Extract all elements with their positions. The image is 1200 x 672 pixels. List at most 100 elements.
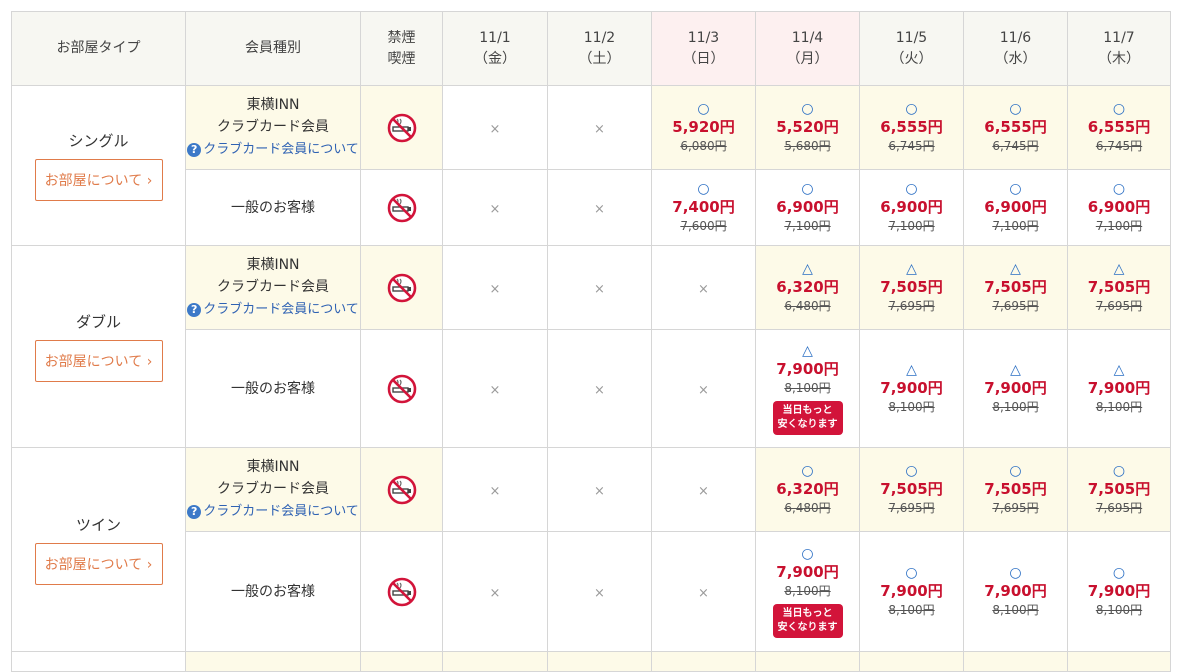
room-info-button[interactable]: お部屋について › xyxy=(34,543,163,585)
price[interactable]: 7,505円 xyxy=(964,479,1067,499)
original-price: 7,695円 xyxy=(1095,298,1143,313)
room-info-button[interactable]: お部屋について › xyxy=(34,340,163,382)
price[interactable]: 7,505円 xyxy=(1068,277,1170,297)
availability-cell[interactable]: △ 7,900円 8,100円 xyxy=(1067,329,1171,448)
header-date: 11/3 （日） xyxy=(651,11,756,86)
availability-cell[interactable]: ○ 6,900円 7,100円 xyxy=(963,169,1068,246)
general-guest-label: 一般のお客様 xyxy=(231,380,315,397)
header-date: 11/5 （火） xyxy=(859,11,964,86)
availability-cell[interactable]: ○ 6,900円 7,100円 xyxy=(859,169,964,246)
availability-cell[interactable]: ○ 6,900円 7,100円 xyxy=(755,169,860,246)
chevron-right-icon: › xyxy=(142,173,153,189)
day-label: （火） xyxy=(890,50,933,67)
club-card-info-link[interactable]: ? クラブカード会員について xyxy=(186,501,360,523)
availability-cell[interactable]: ○ 7,505円 7,695円 xyxy=(963,447,1068,532)
unavailable-mark: × xyxy=(489,202,501,217)
price[interactable]: 6,555円 xyxy=(860,117,963,137)
availability-cell[interactable]: ○ 7,900円 8,100円 xyxy=(859,531,964,652)
chevron-right-icon: › xyxy=(142,354,153,370)
original-price: 8,100円 xyxy=(888,602,935,617)
availability-cell[interactable]: △ 7,900円 8,100円 xyxy=(963,329,1068,448)
availability-cell[interactable]: ○ 6,555円 6,745円 xyxy=(963,85,1068,170)
availability-cell[interactable]: ○ 6,555円 6,745円 xyxy=(1067,85,1171,170)
availability-mark: ○ xyxy=(697,180,710,197)
member-type-cell: 一般のお客様 xyxy=(185,169,361,246)
badge-line2: 安くなります xyxy=(777,621,838,633)
availability-cell[interactable]: ○ 7,400円 7,600円 xyxy=(651,169,756,246)
header-date: 11/4 （月） xyxy=(755,11,860,86)
availability-cell[interactable]: △ 7,900円 8,100円 当日もっと 安くなります xyxy=(755,329,860,448)
original-price: 6,745円 xyxy=(992,138,1039,153)
price[interactable]: 5,520円 xyxy=(756,117,859,137)
price[interactable]: 6,900円 xyxy=(756,197,859,217)
availability-mark: ○ xyxy=(801,462,814,479)
availability-mark: ○ xyxy=(1112,564,1126,581)
availability-cell[interactable]: ○ 7,505円 7,695円 xyxy=(1067,447,1171,532)
chevron-right-icon: › xyxy=(142,557,153,573)
price[interactable]: 6,320円 xyxy=(756,277,859,297)
price[interactable]: 6,555円 xyxy=(1068,117,1170,137)
price[interactable]: 7,900円 xyxy=(1068,378,1170,398)
availability-cell[interactable]: ○ 7,900円 8,100円 当日もっと 安くなります xyxy=(755,531,860,652)
availability-cell[interactable]: ○ 5,520円 5,680円 xyxy=(755,85,860,170)
availability-cell[interactable]: ○ 6,320円 6,480円 xyxy=(755,447,860,532)
price[interactable]: 7,505円 xyxy=(860,479,963,499)
header-date: 11/6 （水） xyxy=(963,11,1068,86)
price[interactable]: 6,900円 xyxy=(1068,197,1170,217)
price[interactable]: 7,900円 xyxy=(964,581,1067,601)
price[interactable]: 5,920円 xyxy=(652,117,755,137)
price[interactable]: 6,900円 xyxy=(964,197,1067,217)
availability-mark: ○ xyxy=(801,545,814,562)
unavailable-mark: × xyxy=(489,282,501,297)
original-price: 8,100円 xyxy=(992,399,1039,414)
unavailable-cell: × xyxy=(547,85,652,170)
availability-cell[interactable]: ○ 6,555円 6,745円 xyxy=(859,85,964,170)
partial-cell xyxy=(963,651,1068,672)
member-type-cell: 東横INN クラブカード会員? クラブカード会員について xyxy=(185,245,361,330)
price[interactable]: 7,900円 xyxy=(1068,581,1170,601)
availability-cell[interactable]: ○ 7,900円 8,100円 xyxy=(963,531,1068,652)
original-price: 8,100円 xyxy=(992,602,1039,617)
day-label: （金） xyxy=(474,50,516,67)
price[interactable]: 6,320円 xyxy=(756,479,859,499)
price[interactable]: 7,900円 xyxy=(756,359,859,379)
availability-cell[interactable]: △ 6,320円 6,480円 xyxy=(755,245,860,330)
price[interactable]: 7,505円 xyxy=(964,277,1067,297)
price[interactable]: 7,505円 xyxy=(1068,479,1170,499)
no-smoking-icon xyxy=(361,273,442,303)
availability-mark: ○ xyxy=(1112,462,1126,479)
partial-cell xyxy=(755,651,860,672)
availability-cell[interactable]: ○ 6,900円 7,100円 xyxy=(1067,169,1171,246)
club-card-info-link[interactable]: ? クラブカード会員について xyxy=(186,139,360,161)
price[interactable]: 7,505円 xyxy=(860,277,963,297)
unavailable-mark: × xyxy=(594,122,605,137)
room-info-button[interactable]: お部屋について › xyxy=(34,159,163,201)
no-smoking-icon xyxy=(361,374,442,404)
availability-mark: △ xyxy=(802,342,813,359)
partial-cell xyxy=(859,651,964,672)
price[interactable]: 7,900円 xyxy=(964,378,1067,398)
availability-cell[interactable]: △ 7,505円 7,695円 xyxy=(963,245,1068,330)
unavailable-mark: × xyxy=(698,282,709,297)
original-price: 8,100円 xyxy=(888,399,935,414)
availability-mark: ○ xyxy=(1112,180,1126,197)
price[interactable]: 6,555円 xyxy=(964,117,1067,137)
price[interactable]: 7,900円 xyxy=(756,562,859,582)
availability-cell[interactable]: △ 7,505円 7,695円 xyxy=(859,245,964,330)
price[interactable]: 7,900円 xyxy=(860,581,963,601)
availability-cell[interactable]: △ 7,900円 8,100円 xyxy=(859,329,964,448)
unavailable-mark: × xyxy=(489,383,501,398)
availability-cell[interactable]: △ 7,505円 7,695円 xyxy=(1067,245,1171,330)
club-card-info-link[interactable]: ? クラブカード会員について xyxy=(186,299,360,321)
availability-cell[interactable]: ○ 5,920円 6,080円 xyxy=(651,85,756,170)
price[interactable]: 6,900円 xyxy=(860,197,963,217)
date-label: 11/5 xyxy=(895,29,928,46)
original-price: 7,695円 xyxy=(1095,500,1143,515)
availability-cell[interactable]: ○ 7,505円 7,695円 xyxy=(859,447,964,532)
availability-mark: ○ xyxy=(905,462,918,479)
availability-cell[interactable]: ○ 7,900円 8,100円 xyxy=(1067,531,1171,652)
date-label: 11/6 xyxy=(999,29,1032,46)
price[interactable]: 7,400円 xyxy=(652,197,755,217)
price[interactable]: 7,900円 xyxy=(860,378,963,398)
club-label-line2: クラブカード会員 xyxy=(217,119,329,135)
